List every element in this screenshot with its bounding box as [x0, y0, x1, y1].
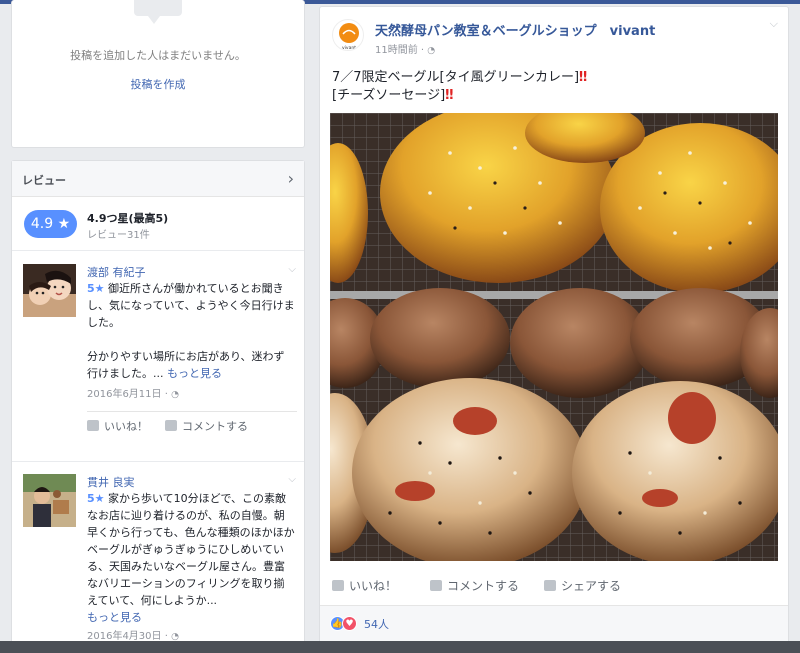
double-exclamation-icon: ‼	[579, 70, 588, 85]
page-logo[interactable]: vivant	[332, 19, 364, 51]
share-icon	[544, 580, 556, 591]
review-stars: 5★	[87, 492, 105, 505]
reviews-title: レビュー	[22, 174, 66, 187]
reviewer-name[interactable]: 渡部 有紀子	[87, 264, 146, 280]
divider	[12, 461, 304, 462]
globe-icon: ◔	[427, 46, 436, 56]
review-date[interactable]: 2016年4月30日 · ◔	[87, 627, 179, 642]
avatar[interactable]	[23, 264, 76, 317]
share-label: シェアする	[561, 579, 622, 593]
review-text: 5★ 御近所さんが働かれているとお聞きし、気になっていて、ようやく今日行けました…	[87, 280, 295, 382]
review-count[interactable]: レビュー31件	[87, 226, 150, 241]
post-line-2: [チーズソーセージ]	[332, 88, 446, 103]
reviewer-name[interactable]: 貫井 良実	[87, 474, 135, 490]
page-post-card: vivant 天然酵母パン教室＆ベーグルショップ vivant 11時間前 · …	[319, 6, 789, 647]
create-post-link[interactable]: 投稿を作成	[12, 76, 304, 92]
rating-badge: 4.9 ★	[24, 210, 77, 238]
see-more-link[interactable]: もっと見る	[87, 609, 295, 626]
reaction-count[interactable]: 54人	[364, 616, 389, 632]
bottom-bar	[0, 641, 800, 653]
divider	[12, 250, 304, 251]
review-item: 渡部 有紀子 ⌵ 5★ 御近所さんが働かれているとお聞きし、気になっていて、よう…	[12, 264, 306, 444]
chevron-down-icon[interactable]: ⌵	[288, 474, 296, 485]
review-item: 貫井 良実 ⌵ 5★ 家から歩いて10分ほどで、この素敵なお店に辿り着けるのが、…	[12, 474, 306, 651]
like-label: いいね！	[104, 420, 148, 433]
review-body: 家から歩いて10分ほどで、この素敵なお店に辿り着けるのが、私の自慢。朝早くから行…	[87, 492, 295, 607]
comment-button[interactable]: コメントする	[430, 577, 519, 594]
review-text: 5★ 家から歩いて10分ほどで、この素敵なお店に辿り着けるのが、私の自慢。朝早く…	[87, 490, 295, 626]
speech-bubble-icon	[134, 0, 182, 24]
post-time-text: 11時間前 ·	[375, 45, 425, 56]
chevron-down-icon[interactable]: ⌵	[288, 264, 296, 275]
page-name-link[interactable]: 天然酵母パン教室＆ベーグルショップ vivant	[375, 20, 655, 39]
chevron-right-icon[interactable]: ›	[288, 169, 294, 188]
comment-icon	[430, 580, 442, 591]
post-timestamp[interactable]: 11時間前 · ◔	[375, 41, 435, 56]
post-line-1: 7／7限定ベーグル[タイ風グリーンカレー]	[332, 70, 580, 85]
comment-icon	[165, 420, 177, 431]
no-posts-message: 投稿を追加した人はまだいません。	[70, 49, 246, 62]
comment-button[interactable]: コメントする	[165, 418, 248, 434]
comment-label: コメントする	[447, 579, 520, 593]
double-exclamation-icon: ‼	[445, 88, 454, 103]
comment-label: コメントする	[182, 420, 248, 433]
review-stars: 5★	[87, 282, 105, 295]
thumbs-up-icon	[87, 420, 99, 431]
share-button[interactable]: シェアする	[544, 577, 621, 594]
heart-icon: ♥	[342, 616, 357, 631]
logo-text: vivant	[342, 45, 356, 51]
chevron-down-icon[interactable]: ⌵	[770, 17, 778, 31]
post-photo[interactable]	[330, 113, 778, 561]
review-body: 御近所さんが働かれているとお聞きし、気になっていて、ようやく今日行けました。	[87, 282, 295, 329]
reaction-icons[interactable]: 👍 ♥	[330, 615, 357, 631]
post-text: 7／7限定ベーグル[タイ風グリーンカレー]‼ [チーズソーセージ]‼	[332, 69, 587, 105]
review-date-text: 2016年6月11日 ·	[87, 389, 168, 400]
rating-summary: 4.9つ星(最高5)	[87, 212, 169, 225]
review-date[interactable]: 2016年6月11日 · ◔	[87, 385, 179, 400]
globe-icon: ◔	[171, 390, 179, 400]
see-more-link[interactable]: もっと見る	[167, 367, 222, 380]
post-actions: いいね！ コメントする シェアする	[330, 573, 778, 599]
like-button[interactable]: いいね！	[332, 577, 397, 594]
like-label: いいね！	[349, 579, 398, 593]
reviews-card: レビュー › 4.9 ★ 4.9つ星(最高5) レビュー31件 渡部 有紀子 ⌵…	[11, 160, 305, 650]
thumbs-up-icon	[332, 580, 344, 591]
reviews-header[interactable]: レビュー ›	[12, 161, 304, 197]
review-actions: いいね！ コメントする	[87, 411, 297, 439]
avatar[interactable]	[23, 474, 76, 527]
visitor-posts-card: 投稿を追加した人はまだいません。 投稿を作成	[11, 0, 305, 148]
like-button[interactable]: いいね！	[87, 418, 148, 434]
